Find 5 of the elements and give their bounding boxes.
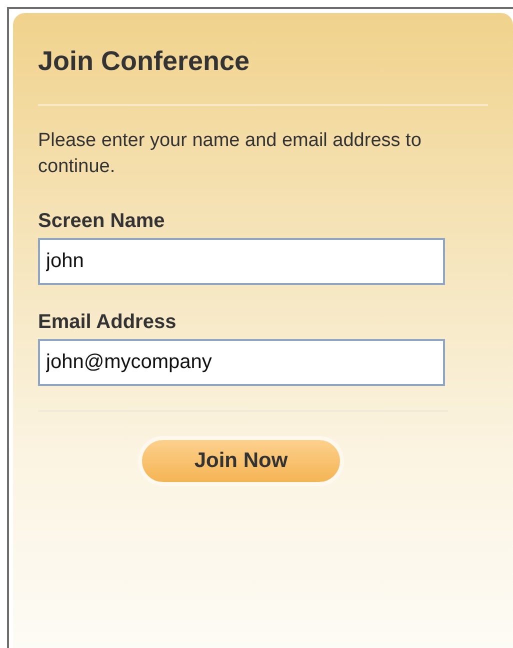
- panel-title: Join Conference: [38, 45, 251, 78]
- join-now-button[interactable]: Join Now: [138, 436, 344, 486]
- field-label: Screen Name: [38, 209, 166, 234]
- field-label: Email Address: [38, 310, 178, 335]
- instructions-text: Please enter your name and email address to continue.: [38, 129, 422, 179]
